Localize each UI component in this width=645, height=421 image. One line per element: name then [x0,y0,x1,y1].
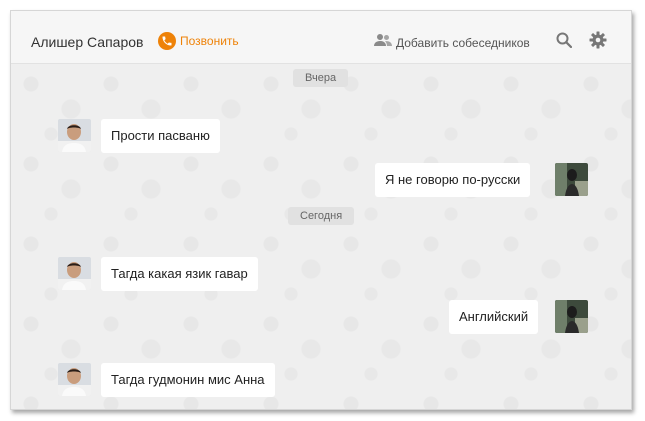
contact-avatar[interactable] [58,363,91,396]
chat-header: Алишер Сапаров Позвонить Добавить собесе… [11,11,631,64]
message-bubble-incoming[interactable]: Прости пасваню [101,119,220,153]
message-bubble-incoming[interactable]: Тагда какая язик гавар [101,257,258,291]
call-button[interactable]: Позвонить [158,32,239,50]
user-avatar[interactable] [555,300,588,333]
contact-avatar[interactable] [58,257,91,290]
contact-name[interactable]: Алишер Сапаров [31,34,143,50]
user-avatar[interactable] [555,163,588,196]
date-separator-today: Сегодня [288,207,355,225]
add-participants-button[interactable]: Добавить собеседников [374,33,530,52]
message-bubble-incoming[interactable]: Тагда гудмонин мис Анна [101,363,275,397]
contact-avatar[interactable] [58,119,91,152]
search-icon[interactable] [556,32,573,53]
date-separator-yesterday: Вчера [293,69,349,87]
phone-icon [158,32,176,50]
message-area[interactable]: Вчера Прости пасваню Я не говорю по-русс… [11,64,631,409]
message-bubble-outgoing[interactable]: Я не говорю по-русски [375,163,531,197]
chat-window: Алишер Сапаров Позвонить Добавить собесе… [10,10,632,410]
call-label: Позвонить [180,34,239,48]
message-bubble-outgoing[interactable]: Английский [449,300,539,334]
gear-icon[interactable] [589,31,607,54]
add-participants-label: Добавить собеседников [396,35,530,50]
users-icon [374,33,392,52]
